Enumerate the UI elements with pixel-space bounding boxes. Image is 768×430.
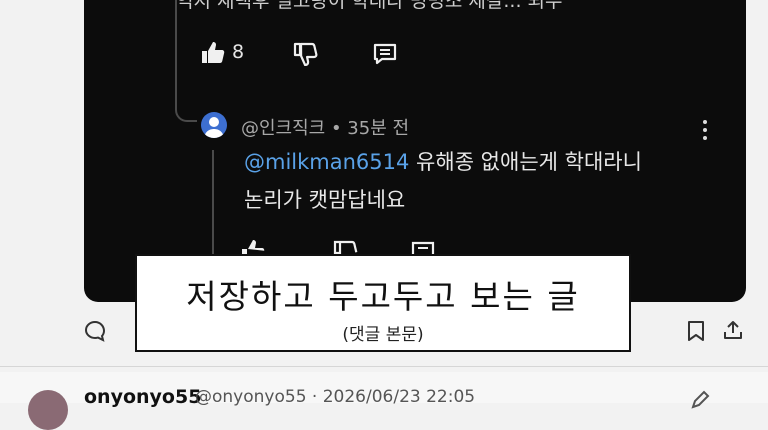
caption-title: 저장하고 두고두고 보는 글 [186, 277, 580, 316]
reply-button[interactable] [372, 42, 398, 66]
like-count: 8 [232, 41, 245, 63]
avatar[interactable] [28, 390, 68, 430]
like-button[interactable]: 8 [200, 40, 244, 64]
reply-text-line-2: 논리가 캣맘답네요 [244, 188, 406, 212]
reply-icon [372, 42, 398, 66]
thumbs-down-icon [292, 42, 318, 66]
bookmark-icon[interactable] [686, 320, 706, 346]
comment-icon[interactable] [84, 320, 106, 346]
dislike-button[interactable] [292, 42, 318, 66]
next-post-meta: @onyonyo55 · 2026/06/23 22:05 [195, 387, 476, 407]
reply-text: 유해종 없애는게 학대라니 [409, 150, 642, 174]
edit-icon[interactable] [690, 390, 710, 414]
avatar-icon[interactable] [201, 112, 227, 138]
mention-link[interactable]: @milkman6514 [244, 150, 409, 174]
reply-author-meta: @인크직크 • 35분 전 [241, 118, 410, 139]
reply-text-line-1: @milkman6514 유해종 없애는게 학대라니 [244, 146, 642, 176]
thread-connector [175, 96, 197, 122]
divider [0, 366, 768, 367]
thread-line [175, 0, 177, 110]
next-post-author[interactable]: onyonyo55 [84, 386, 201, 408]
caption-overlay: 저장하고 두고두고 보는 글 (댓글 본문) [135, 254, 631, 352]
truncated-comment-text: 억지 재택후 밀고랑이 학대라 명명조 제갈... 되우 [176, 0, 563, 12]
thumbs-up-icon [200, 40, 226, 64]
caption-subtitle: (댓글 본문) [342, 325, 424, 345]
more-icon[interactable] [703, 120, 709, 144]
reply-thread-line [212, 150, 214, 260]
share-icon[interactable] [722, 319, 744, 345]
